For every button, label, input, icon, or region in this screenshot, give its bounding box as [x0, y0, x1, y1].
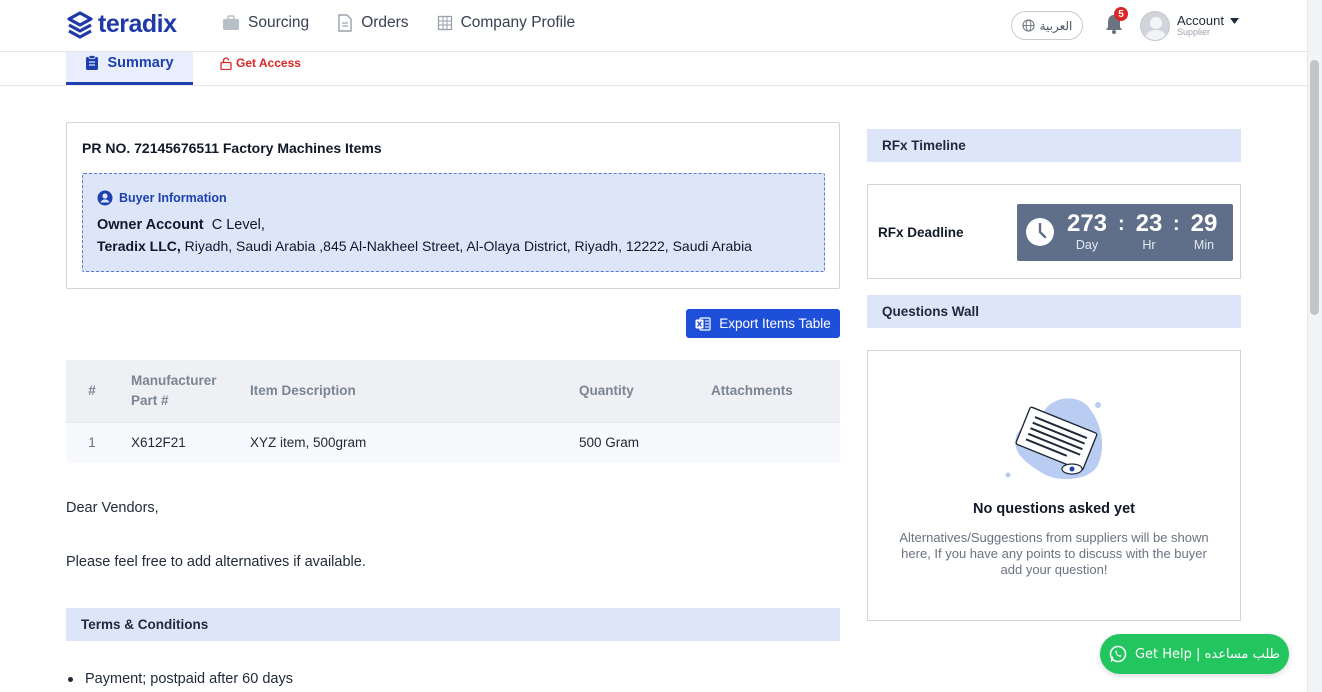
- buyer-information-box: Buyer Information Owner Account C Level,…: [82, 173, 825, 272]
- column-header-number: #: [66, 360, 118, 422]
- buyer-address-line: Teradix LLC, Riyadh, Saudi Arabia ,845 A…: [97, 238, 752, 254]
- teradix-logo-icon: [67, 10, 93, 39]
- countdown-hours-value: 23: [1135, 210, 1163, 237]
- buyer-information-heading: Buyer Information: [97, 190, 227, 206]
- pr-card: PR NO. 72145676511 Factory Machines Item…: [66, 122, 840, 289]
- account-menu[interactable]: Account Supplier: [1177, 13, 1239, 37]
- empty-questions-illustration-icon: [1005, 398, 1103, 480]
- building-icon: [437, 15, 452, 31]
- countdown-separator: :: [1118, 213, 1125, 235]
- buyer-company: Teradix LLC,: [97, 238, 181, 254]
- owner-account-value: C Level,: [211, 217, 265, 233]
- lock-icon: [220, 56, 232, 70]
- countdown-minutes: 29 Min: [1185, 210, 1223, 252]
- caret-down-icon: [1229, 17, 1239, 24]
- clipboard-icon: [86, 55, 99, 70]
- avatar[interactable]: [1140, 11, 1170, 41]
- countdown-minutes-value: 29: [1190, 210, 1218, 237]
- page-scrollbar-thumb[interactable]: [1310, 60, 1319, 315]
- cell-item-description: XYZ item, 500gram: [250, 421, 579, 463]
- main-nav: Sourcing Orders Company Profile: [222, 14, 575, 32]
- tab-get-access-label: Get Access: [236, 56, 301, 70]
- globe-icon: [1022, 19, 1035, 32]
- buyer-address: Riyadh, Saudi Arabia ,845 Al-Nakheel Str…: [184, 238, 752, 254]
- bullet-icon: [68, 676, 73, 682]
- owner-account-label: Owner Account: [97, 217, 204, 233]
- tab-summary-label: Summary: [107, 55, 174, 71]
- nav-company-profile-label: Company Profile: [460, 14, 576, 31]
- owner-account-line: Owner Account C Level,: [97, 217, 265, 233]
- countdown-days: 273 Day: [1063, 210, 1111, 252]
- user-avatar-icon: [1145, 17, 1167, 40]
- account-role: Supplier: [1177, 27, 1211, 37]
- nav-orders[interactable]: Orders: [337, 14, 409, 32]
- pr-title: PR NO. 72145676511 Factory Machines Item…: [82, 140, 382, 156]
- language-label: العربية: [1039, 18, 1073, 33]
- excel-icon: [695, 316, 711, 331]
- nav-company-profile[interactable]: Company Profile: [437, 14, 576, 32]
- clock-icon: [1026, 218, 1054, 246]
- rfx-deadline-label: RFx Deadline: [878, 225, 964, 240]
- cell-attachments: [711, 421, 840, 463]
- questions-wall-heading: Questions Wall: [867, 295, 1241, 328]
- questions-wall-card: No questions asked yet Alternatives/Sugg…: [867, 350, 1241, 621]
- rfx-deadline-card: RFx Deadline 273 Day : 23 Hr : 29 Min: [867, 184, 1241, 279]
- table-row: 1 X612F21 XYZ item, 500gram 500 Gram: [66, 421, 840, 463]
- table-header-row: # Manufacturer Part # Item Description Q…: [66, 360, 840, 422]
- countdown-days-value: 273: [1066, 210, 1108, 237]
- briefcase-icon: [223, 15, 239, 30]
- cell-number: 1: [66, 421, 118, 463]
- language-toggle-button[interactable]: العربية: [1011, 11, 1083, 40]
- cell-quantity: 500 Gram: [579, 421, 711, 463]
- whatsapp-icon: [1109, 645, 1127, 663]
- rfx-tabs: Summary Get Access: [0, 44, 1307, 86]
- teradix-logo[interactable]: teradix: [66, 10, 177, 39]
- column-header-item-description: Item Description: [250, 360, 579, 422]
- letter-body: Please feel free to add alternatives if …: [66, 554, 366, 570]
- nav-sourcing-label: Sourcing: [248, 14, 310, 31]
- countdown-timer: 273 Day : 23 Hr : 29 Min: [1017, 204, 1233, 261]
- column-header-manufacturer-part-label: Manufacturer Part #: [131, 373, 217, 408]
- countdown-minutes-label: Min: [1193, 238, 1215, 252]
- nav-orders-label: Orders: [361, 14, 409, 31]
- user-circle-icon: [97, 190, 113, 206]
- get-help-label: Get Help | طلب مساعده: [1134, 646, 1281, 662]
- countdown-hours-label: Hr: [1142, 238, 1156, 252]
- countdown-days-label: Day: [1075, 238, 1099, 252]
- document-icon: [338, 14, 352, 32]
- terms-list-item: Payment; postpaid after 60 days: [66, 671, 293, 687]
- column-header-quantity: Quantity: [579, 360, 711, 422]
- buyer-information-label: Buyer Information: [119, 191, 227, 205]
- nav-sourcing[interactable]: Sourcing: [222, 14, 309, 32]
- rfx-timeline-heading: RFx Timeline: [867, 129, 1241, 162]
- tab-get-access[interactable]: Get Access: [220, 56, 301, 70]
- top-navbar: teradix Sourcing Orders Company Profile …: [0, 0, 1307, 52]
- countdown-hours: 23 Hr: [1131, 210, 1167, 252]
- terms-item-text: Payment; postpaid after 60 days: [85, 671, 293, 687]
- terms-heading: Terms & Conditions: [66, 608, 840, 641]
- no-questions-description: Alternatives/Suggestions from suppliers …: [899, 530, 1209, 577]
- no-questions-title: No questions asked yet: [973, 501, 1135, 517]
- column-header-manufacturer-part: Manufacturer Part #: [118, 360, 250, 422]
- items-table: # Manufacturer Part # Item Description Q…: [66, 360, 840, 463]
- export-items-table-label: Export Items Table: [719, 316, 831, 331]
- notifications-count-badge: 5: [1114, 7, 1128, 21]
- cell-manufacturer-part: X612F21: [118, 421, 250, 463]
- logo-text: teradix: [98, 10, 177, 38]
- get-help-button[interactable]: Get Help | طلب مساعده: [1100, 634, 1289, 674]
- column-header-attachments: Attachments: [711, 360, 840, 422]
- letter-greeting: Dear Vendors,: [66, 500, 159, 516]
- export-items-table-button[interactable]: Export Items Table: [686, 309, 840, 338]
- countdown-separator: :: [1173, 213, 1180, 235]
- account-name: Account: [1177, 13, 1224, 28]
